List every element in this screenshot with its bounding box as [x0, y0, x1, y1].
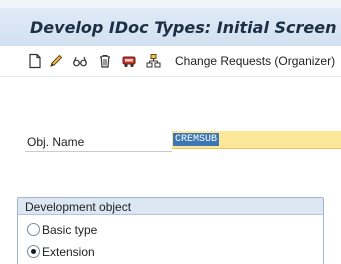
label-underline	[25, 151, 172, 152]
radio-extension-circle[interactable]	[27, 245, 40, 258]
title-bar: Develop IDoc Types: Initial Screen	[0, 8, 341, 46]
development-object-group: Development object Basic type Extension	[17, 197, 324, 264]
create-icon[interactable]	[27, 53, 43, 69]
radio-basic-type-label[interactable]: Basic type	[42, 223, 97, 237]
transport-icon[interactable]	[121, 53, 137, 69]
obj-name-input[interactable]: CREMSUB	[172, 131, 341, 149]
change-requests-button[interactable]: Change Requests (Organizer)	[175, 54, 335, 68]
window-top-strip	[0, 0, 341, 8]
development-object-title: Development object	[25, 200, 132, 214]
delete-icon[interactable]	[97, 53, 113, 69]
obj-name-label: Obj. Name	[27, 135, 85, 149]
change-icon[interactable]	[48, 53, 64, 69]
radio-extension-label[interactable]: Extension	[42, 245, 95, 259]
radio-basic-type-circle[interactable]	[27, 223, 40, 236]
application-toolbar: Change Requests (Organizer)	[0, 46, 341, 77]
obj-name-value[interactable]: CREMSUB	[173, 133, 220, 146]
display-icon[interactable]	[72, 53, 88, 69]
page-title: Develop IDoc Types: Initial Screen	[30, 18, 337, 37]
where-used-icon[interactable]	[145, 53, 161, 69]
development-object-header: Development object	[18, 198, 323, 215]
